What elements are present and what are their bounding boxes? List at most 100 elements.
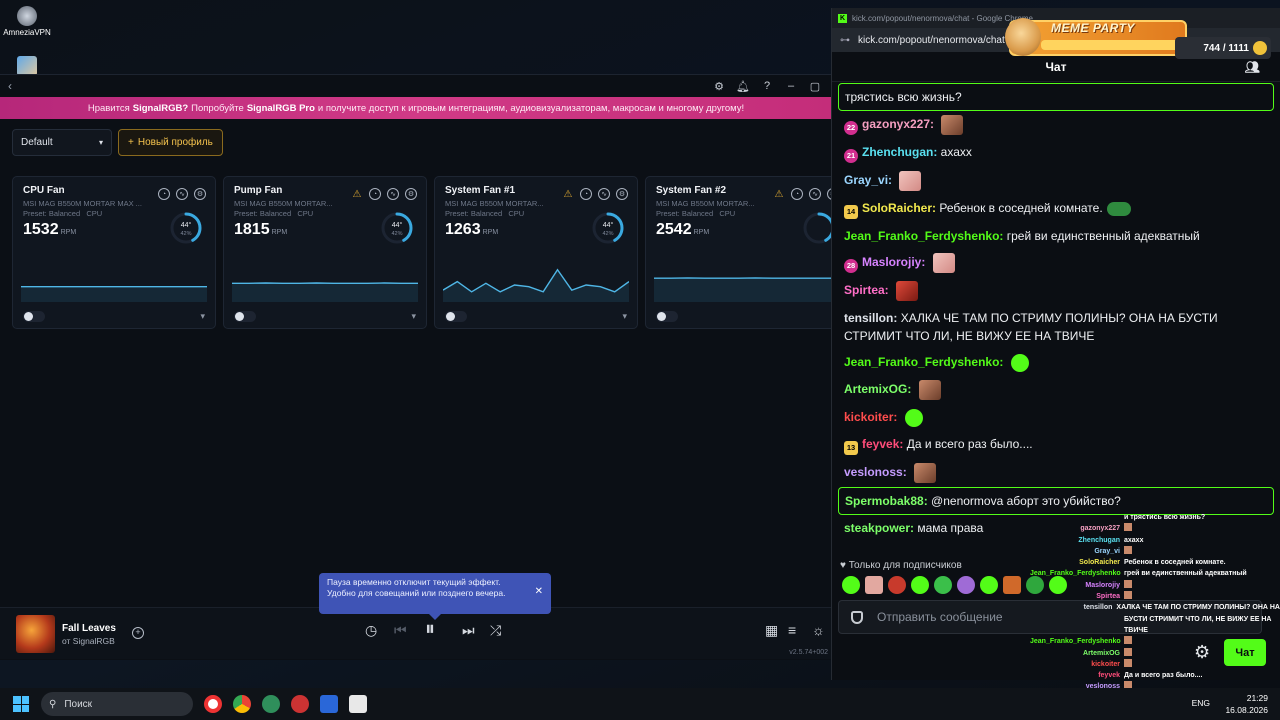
gauge-icon[interactable]: ◔ <box>580 188 592 200</box>
desktop-icon-amneziavpn[interactable]: AmneziaVPN <box>2 6 52 37</box>
curve-icon[interactable]: ∿ <box>176 188 188 200</box>
clock[interactable]: 21:29 16.08.2026 <box>1225 692 1268 716</box>
fan-card[interactable]: System Fan #2 MSI MAG B550M MORTAR... Pr… <box>645 176 849 329</box>
chat-username[interactable]: Spermobak88: <box>845 494 928 508</box>
emote-icon <box>1124 591 1132 600</box>
sparkline-area <box>443 269 629 302</box>
back-icon[interactable]: ‹ <box>8 79 12 93</box>
emote-icon[interactable] <box>980 576 998 594</box>
fan-card-preset-label: Preset: Balanced <box>23 209 81 218</box>
gear-icon[interactable]: ⚙ <box>616 188 628 200</box>
fan-toggle[interactable] <box>23 311 45 322</box>
fan-card[interactable]: CPU Fan MSI MAG B550M MORTAR MAX ... Pre… <box>12 176 216 329</box>
pause-icon[interactable]: ⏸︎ <box>425 618 435 641</box>
shuffle-icon[interactable]: ⤮ <box>490 622 501 639</box>
gear-icon[interactable]: ⚙ <box>405 188 417 200</box>
warning-icon: ⚠ <box>774 188 784 200</box>
chat-username[interactable]: gazonyx227: <box>862 117 934 131</box>
new-profile-button[interactable]: + Новый профиль <box>118 129 223 156</box>
emote-icon[interactable] <box>842 576 860 594</box>
settings-icon[interactable]: ⚙ <box>710 77 728 95</box>
emote-icon[interactable] <box>1003 576 1021 594</box>
overlay-row: feyvek Да и всего раз было.... <box>1030 670 1280 681</box>
fan-card-footer: ▾ <box>234 311 416 322</box>
emote-icon[interactable] <box>957 576 975 594</box>
chat-username[interactable]: veslonoss: <box>844 465 907 479</box>
overlay-text: и трястись всю жизнь? <box>1124 514 1206 521</box>
track-subtitle: от SignalRGB <box>62 636 115 646</box>
fan-card[interactable]: Pump Fan MSI MAG B550M MORTAR... Preset:… <box>223 176 427 329</box>
chat-username[interactable]: Spirtea: <box>844 284 889 298</box>
curve-icon[interactable]: ∿ <box>598 188 610 200</box>
kick-logo-icon: K <box>838 13 847 23</box>
fan-toggle[interactable] <box>445 311 467 322</box>
maximize-icon[interactable]: ▢ <box>806 77 824 95</box>
chat-username[interactable]: feyvek: <box>862 437 903 451</box>
chat-username[interactable]: tensillon: <box>844 311 897 325</box>
chevron-down-icon[interactable]: ▾ <box>622 311 627 322</box>
fan-card[interactable]: System Fan #1 MSI MAG B550M MORTAR... Pr… <box>434 176 638 329</box>
chat-username[interactable]: SoloRaicher: <box>862 201 936 215</box>
add-icon[interactable]: + <box>132 627 144 639</box>
overlay-username <box>1030 614 1124 625</box>
brightness-icon[interactable]: ☼ <box>812 622 825 638</box>
chevron-down-icon[interactable]: ▾ <box>411 311 416 322</box>
emote-icon[interactable] <box>934 576 952 594</box>
fan-toggle[interactable] <box>234 311 256 322</box>
chat-username[interactable]: Jean_Franko_Ferdyshenko: <box>844 229 1003 243</box>
chrome-icon[interactable] <box>233 695 251 713</box>
language-indicator[interactable]: ENG <box>1192 698 1210 708</box>
chat-username[interactable]: Jean_Franko_Ferdyshenko: <box>844 355 1003 369</box>
users-icon[interactable]: 👥︎ <box>1245 60 1260 74</box>
app-icon[interactable] <box>320 695 338 713</box>
subs-only-notice: ♥ Только для подписчиков <box>840 560 962 571</box>
chat-title: Чат <box>1045 59 1067 74</box>
emote-icon[interactable] <box>865 576 883 594</box>
close-icon[interactable]: ✕ <box>535 586 543 598</box>
fan-toggle[interactable] <box>656 311 678 322</box>
chat-username[interactable]: kickoiter: <box>844 410 897 424</box>
overlay-username: Zhenchugan <box>1078 536 1120 544</box>
queue-icon[interactable]: ≡ <box>788 622 796 638</box>
promo-banner[interactable]: Нравится SignalRGB? Попробуйте SignalRGB… <box>0 97 832 119</box>
gauge-icon[interactable]: ◔ <box>158 188 170 200</box>
next-icon[interactable]: ⏭︎ <box>462 622 475 639</box>
chat-username[interactable]: Gray_vi: <box>844 173 892 187</box>
emote-icon[interactable] <box>888 576 906 594</box>
chat-username[interactable]: steakpower: <box>844 521 914 535</box>
bell-icon[interactable]: 🔔︎ <box>734 77 752 95</box>
chat-username[interactable]: Zhenchugan: <box>862 145 937 159</box>
window-title: kick.com/popout/nenormova/chat - Google … <box>852 13 1033 23</box>
gauge-readout: 44° 42% <box>169 222 203 238</box>
gauge-pct: 42% <box>391 231 403 237</box>
signalrgb-taskbar-icon[interactable] <box>349 695 367 713</box>
overlay-username <box>1030 625 1124 636</box>
gauge-icon[interactable]: ◔ <box>791 188 803 200</box>
overlay-username: SoloRaicher <box>1079 559 1120 567</box>
previous-icon[interactable]: ⏮︎ <box>394 622 407 639</box>
fan-card-sensor: CPU <box>719 209 736 218</box>
overlay-username: feyvek <box>1098 672 1120 680</box>
chat-username[interactable]: Maslorojiy: <box>862 255 925 269</box>
curve-icon[interactable]: ∿ <box>387 188 399 200</box>
app-icon[interactable] <box>291 695 309 713</box>
chat-username[interactable]: ArtemixOG: <box>844 382 911 396</box>
taskbar-search[interactable]: ⚲ Поиск <box>41 692 193 716</box>
timer-icon[interactable]: ◷ <box>365 622 377 639</box>
minimize-icon[interactable]: – <box>782 77 800 95</box>
grid-icon[interactable]: ▦ <box>765 622 778 639</box>
emote-icon <box>904 409 923 427</box>
site-info-icon[interactable]: ⊶ <box>840 35 850 46</box>
curve-icon[interactable]: ∿ <box>809 188 821 200</box>
help-icon[interactable]: ? <box>758 77 776 95</box>
gauge-icon[interactable]: ◔ <box>369 188 381 200</box>
chevron-down-icon[interactable]: ▾ <box>200 311 205 322</box>
app-icon[interactable] <box>262 695 280 713</box>
fan-card-footer: ▾ <box>656 311 838 322</box>
yandex-browser-icon[interactable] <box>204 695 222 713</box>
profile-dropdown[interactable]: Default ▾ <box>12 129 112 156</box>
gear-icon[interactable]: ⚙ <box>194 188 206 200</box>
overlay-row: Jean_Franko_Ferdyshenko <box>1030 636 1280 647</box>
windows-start-icon[interactable] <box>13 696 29 712</box>
emote-icon[interactable] <box>911 576 929 594</box>
